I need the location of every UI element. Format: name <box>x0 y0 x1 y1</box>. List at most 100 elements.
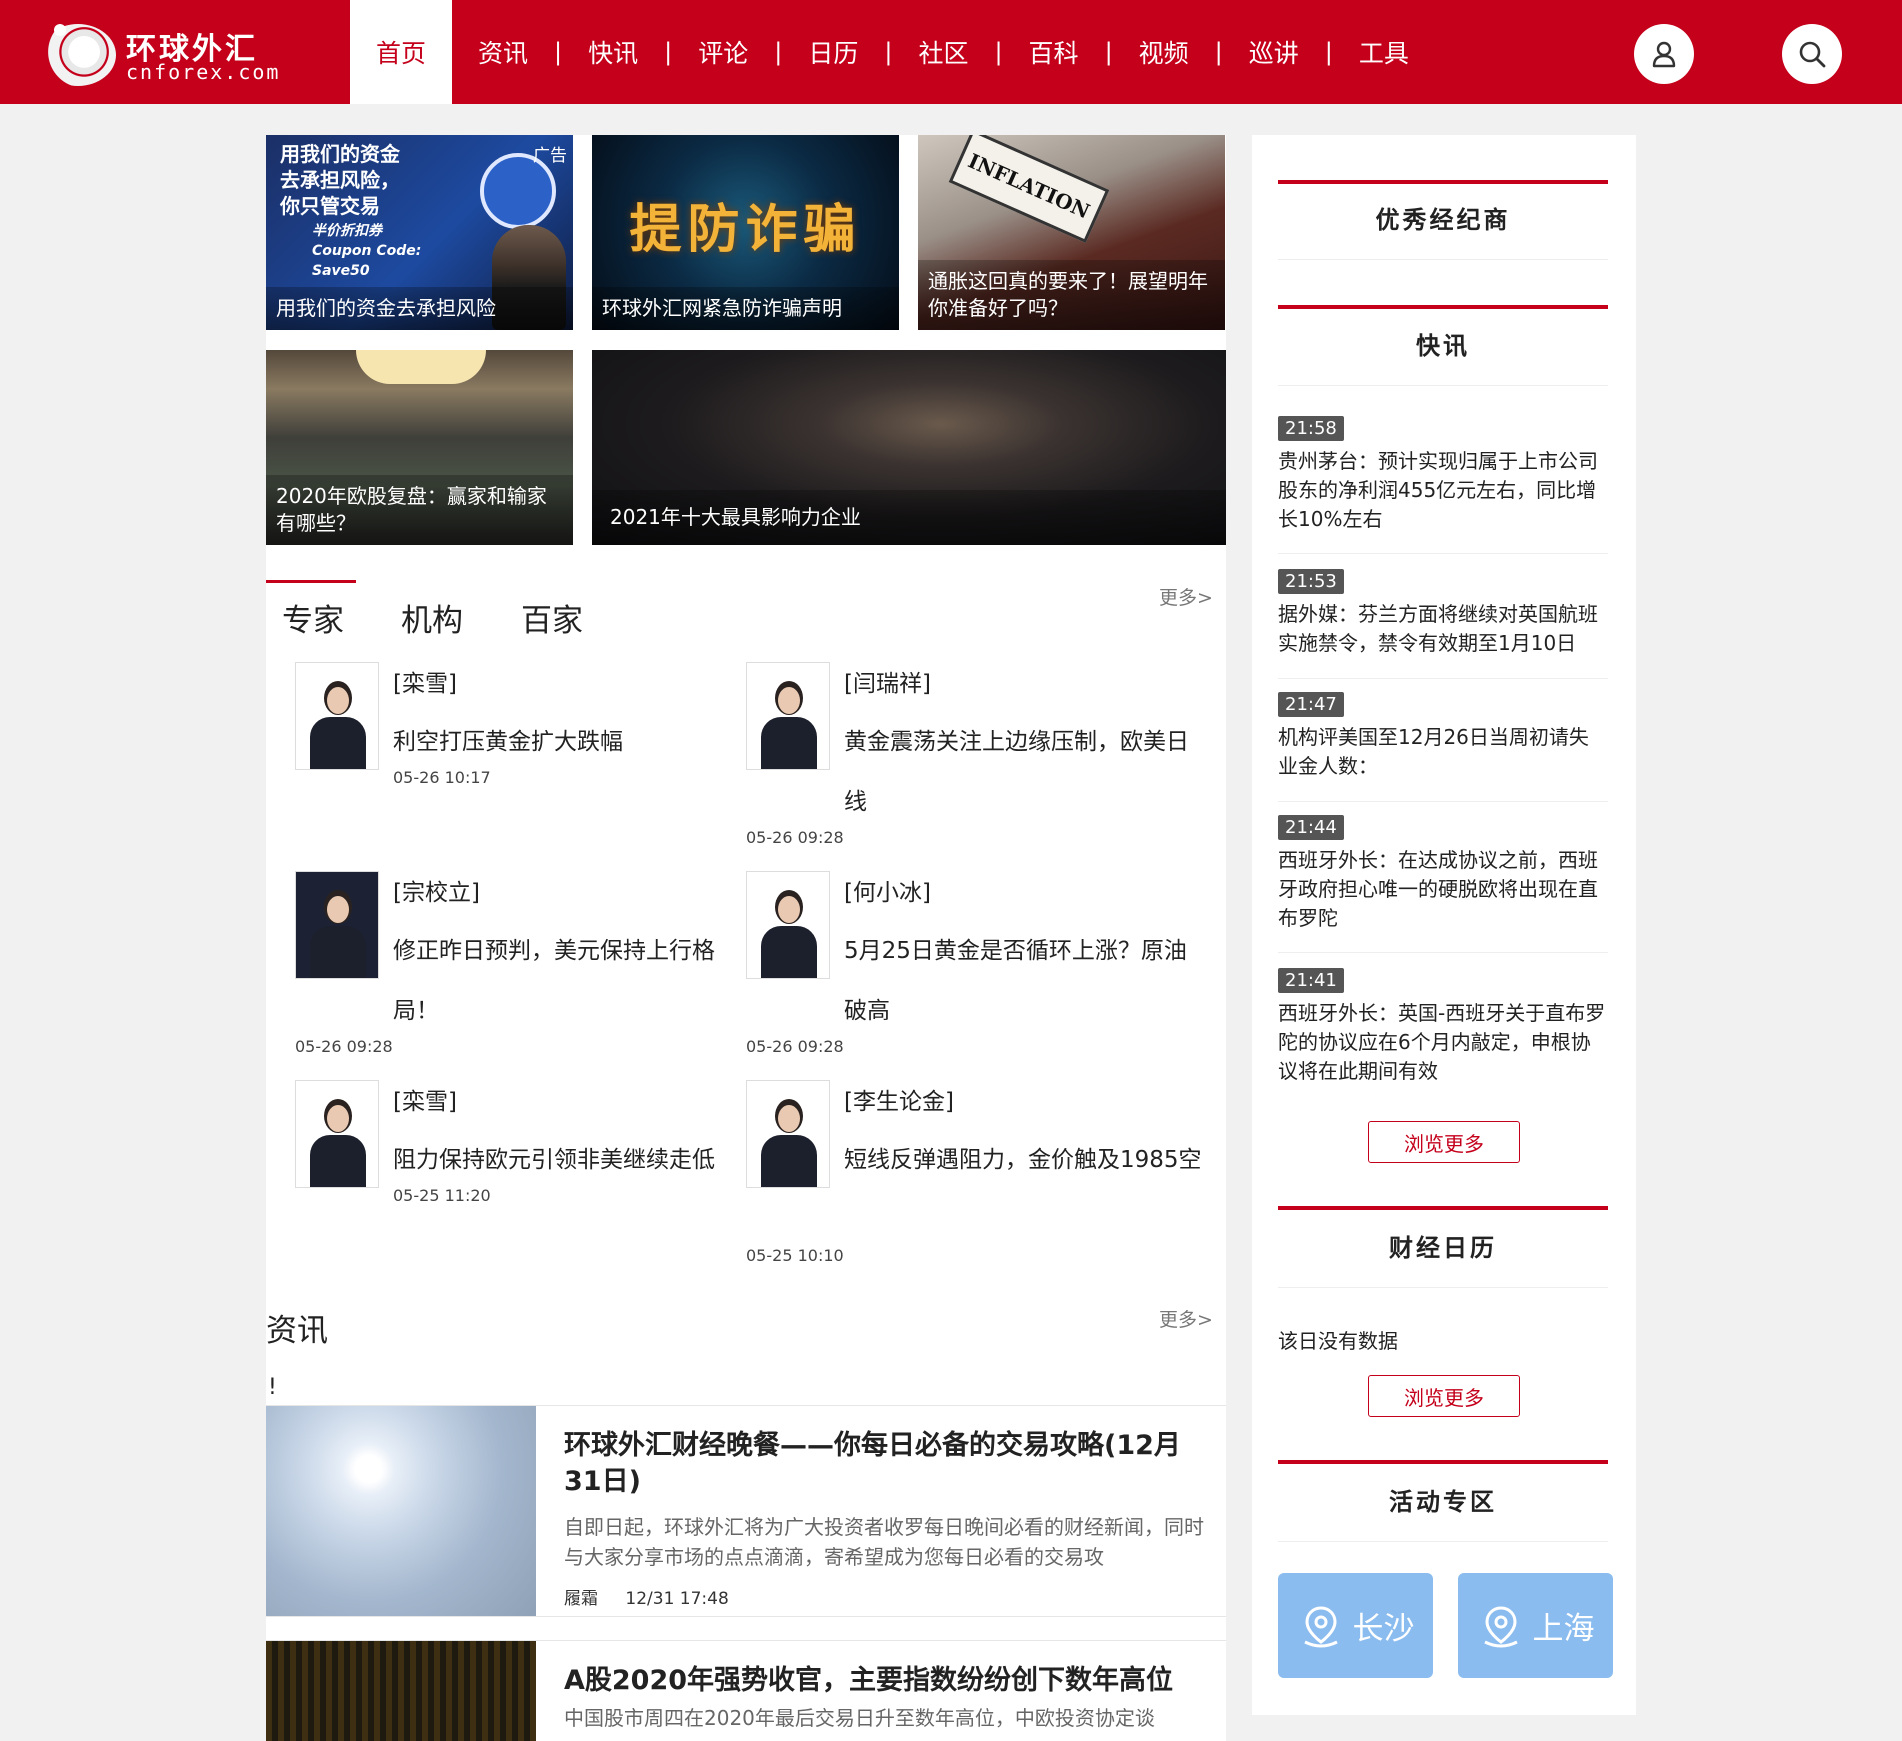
flash-time: 21:41 <box>1278 968 1344 993</box>
ad-label: 广告 <box>533 146 567 166</box>
nav-comment[interactable]: 评论 <box>672 0 774 104</box>
news-time: 12/31 17:48 <box>625 1589 729 1609</box>
news-section-mark: ! <box>268 1375 277 1400</box>
expert-article-title[interactable]: 5月25日黄金是否循环上涨？原油破高 <box>844 921 1204 1041</box>
tab-institutions[interactable]: 机构 <box>401 595 463 640</box>
flash-item[interactable]: 21:47 机构评美国至12月26日当周初请失业金人数： <box>1278 692 1608 802</box>
nav-separator: | <box>664 38 673 66</box>
nav-home[interactable]: 首页 <box>350 0 452 104</box>
tile-caption: 2021年十大最具影响力企业 <box>592 490 1226 545</box>
inflation-note-image: INFLATION <box>948 135 1110 243</box>
site-logo[interactable]: 环球外汇 cnforex.com <box>40 22 280 86</box>
expert-avatar <box>295 662 379 770</box>
tile-caption: 通胀这回真的要来了！展望明年你准备好了吗？ <box>918 260 1225 330</box>
feature-tile-europe-stocks[interactable]: 2020年欧股复盘：赢家和输家有哪些？ <box>266 350 573 545</box>
expert-name: [栾雪] <box>393 1089 457 1115</box>
news-more-link[interactable]: 更多> <box>1159 1305 1213 1332</box>
event-city-shanghai[interactable]: 上海 <box>1458 1573 1613 1678</box>
expert-time: 05-26 09:28 <box>295 1037 393 1056</box>
flash-text[interactable]: 据外媒：芬兰方面将继续对英国航班实施禁令，禁令有效期至1月10日 <box>1278 600 1608 658</box>
expert-time: 05-26 09:28 <box>746 828 844 847</box>
flash-heading: 快讯 <box>1278 305 1608 386</box>
expert-article-title[interactable]: 短线反弹遇阻力，金价触及1985空 <box>844 1130 1204 1190</box>
feature-tile-ad[interactable]: 用我们的资金 去承担风险， 你只管交易 半价折扣券 Coupon Code: S… <box>266 135 573 330</box>
logo-dot <box>54 24 66 36</box>
event-city-changsha[interactable]: 长沙 <box>1278 1573 1433 1678</box>
flash-item[interactable]: 21:53 据外媒：芬兰方面将继续对英国航班实施禁令，禁令有效期至1月10日 <box>1278 569 1608 679</box>
nav-separator: | <box>1104 38 1113 66</box>
exchange-hall-image <box>356 350 486 384</box>
brokers-heading: 优秀经纪商 <box>1278 180 1608 260</box>
active-tab-indicator <box>266 580 356 583</box>
city-name: 上海 <box>1532 1611 1595 1647</box>
news-headline[interactable]: 环球外汇财经晚餐——你每日必备的交易攻略(12月31日) <box>564 1428 1214 1500</box>
nav-calendar[interactable]: 日历 <box>782 0 884 104</box>
tab-experts[interactable]: 专家 <box>282 595 344 640</box>
flash-time: 21:58 <box>1278 416 1344 441</box>
main-nav: 首页 资讯 | 快讯 | 评论 | 日历 | 社区 | 百科 | 视频 | 巡讲… <box>350 0 1435 104</box>
expert-name: [栾雪] <box>393 671 457 697</box>
nav-wiki[interactable]: 百科 <box>1003 0 1105 104</box>
news-author: 履霜 <box>564 1589 598 1609</box>
flash-text[interactable]: 西班牙外长：英国-西班牙关于直布罗陀的协议应在6个月内敲定，申根协议将在此期间有… <box>1278 999 1608 1086</box>
expert-article-title[interactable]: 利空打压黄金扩大跌幅 <box>393 712 753 772</box>
tab-hundred-schools[interactable]: 百家 <box>521 595 583 640</box>
flash-item[interactable]: 21:58 贵州茅台：预计实现归属于上市公司股东的净利润455亿元左右，同比增长… <box>1278 416 1608 554</box>
flash-item[interactable]: 21:41 西班牙外长：英国-西班牙关于直布罗陀的协议应在6个月内敲定，申根协议… <box>1278 968 1608 1088</box>
flash-item[interactable]: 21:44 西班牙外长：在达成协议之前，西班牙政府担心唯一的硬脱欧将出现在直布罗… <box>1278 815 1608 953</box>
expert-avatar <box>295 1080 379 1188</box>
expert-name: [李生论金] <box>844 1089 954 1115</box>
tile-caption: 环球外汇网紧急防诈骗声明 <box>592 287 899 330</box>
experts-more-link[interactable]: 更多> <box>1159 583 1213 610</box>
news-summary: 中国股市周四在2020年最后交易日升至数年高位，中欧投资协定谈 <box>564 1706 1155 1730</box>
expert-article-title[interactable]: 阻力保持欧元引领非美继续走低 <box>393 1130 753 1190</box>
expert-article-title[interactable]: 修正昨日预判，美元保持上行格局！ <box>393 921 753 1041</box>
expert-article-title[interactable]: 黄金震荡关注上边缘压制，欧美日线 <box>844 712 1204 832</box>
nav-separator: | <box>1214 38 1223 66</box>
expert-time: 05-25 11:20 <box>393 1186 491 1205</box>
nav-tools[interactable]: 工具 <box>1333 0 1435 104</box>
news-item[interactable]: A股2020年强势收官，主要指数纷纷创下数年高位 中国股市周四在2020年最后交… <box>266 1640 1226 1741</box>
calendar-empty-text: 该日没有数据 <box>1278 1329 1398 1353</box>
nav-tour[interactable]: 巡讲 <box>1223 0 1325 104</box>
nav-separator: | <box>774 38 783 66</box>
expert-time: 05-26 10:17 <box>393 768 491 787</box>
flash-text[interactable]: 贵州茅台：预计实现归属于上市公司股东的净利润455亿元左右，同比增长10%左右 <box>1278 447 1608 534</box>
nav-separator: | <box>884 38 893 66</box>
flash-time: 21:53 <box>1278 569 1344 594</box>
nav-flash[interactable]: 快讯 <box>562 0 664 104</box>
news-meta: 履霜 12/31 17:48 <box>564 1584 751 1609</box>
tile-caption: 2020年欧股复盘：赢家和输家有哪些？ <box>266 475 573 545</box>
location-pin-icon <box>1483 1605 1518 1647</box>
nav-community[interactable]: 社区 <box>892 0 994 104</box>
tile-caption: 用我们的资金去承担风险 <box>266 287 573 330</box>
logo-domain: cnforex.com <box>126 60 281 84</box>
sidebar: 优秀经纪商 快讯 21:58 贵州茅台：预计实现归属于上市公司股东的净利润455… <box>1252 135 1636 1715</box>
feature-tile-inflation[interactable]: INFLATION 通胀这回真的要来了！展望明年你准备好了吗？ <box>918 135 1225 330</box>
tile-headline-art: 提防诈骗 <box>629 200 862 260</box>
expert-name: [宗校立] <box>393 880 480 906</box>
feature-tile-fraud[interactable]: 提防诈骗 环球外汇网紧急防诈骗声明 <box>592 135 899 330</box>
nav-news[interactable]: 资讯 <box>452 0 554 104</box>
expert-time: 05-26 09:28 <box>746 1037 844 1056</box>
feature-tile-top-companies[interactable]: 2021年十大最具影响力企业 <box>592 350 1226 545</box>
news-thumbnail[interactable] <box>266 1641 536 1741</box>
flash-text[interactable]: 机构评美国至12月26日当周初请失业金人数： <box>1278 723 1608 781</box>
news-thumbnail[interactable] <box>266 1406 536 1616</box>
user-button[interactable] <box>1634 24 1694 84</box>
news-item[interactable]: 环球外汇财经晚餐——你每日必备的交易攻略(12月31日) 自即日起，环球外汇将为… <box>266 1405 1226 1617</box>
news-summary: 自即日起，环球外汇将为广大投资者收罗每日晚间必看的财经新闻，同时与大家分享市场的… <box>564 1515 1204 1569</box>
main-content: 用我们的资金 去承担风险， 你只管交易 半价折扣券 Coupon Code: S… <box>266 135 1226 1741</box>
search-button[interactable] <box>1782 24 1842 84</box>
nav-video[interactable]: 视频 <box>1113 0 1215 104</box>
expert-name: [闫瑞祥] <box>844 671 931 697</box>
expert-name: [何小冰] <box>844 880 931 906</box>
city-name: 长沙 <box>1352 1611 1415 1647</box>
flash-text[interactable]: 西班牙外长：在达成协议之前，西班牙政府担心唯一的硬脱欧将出现在直布罗陀 <box>1278 846 1608 933</box>
expert-avatar <box>746 1080 830 1188</box>
calendar-browse-more-button[interactable]: 浏览更多 <box>1368 1375 1520 1417</box>
expert-avatar <box>746 871 830 979</box>
nav-separator: | <box>994 38 1003 66</box>
news-headline[interactable]: A股2020年强势收官，主要指数纷纷创下数年高位 <box>564 1663 1214 1699</box>
flash-browse-more-button[interactable]: 浏览更多 <box>1368 1121 1520 1163</box>
